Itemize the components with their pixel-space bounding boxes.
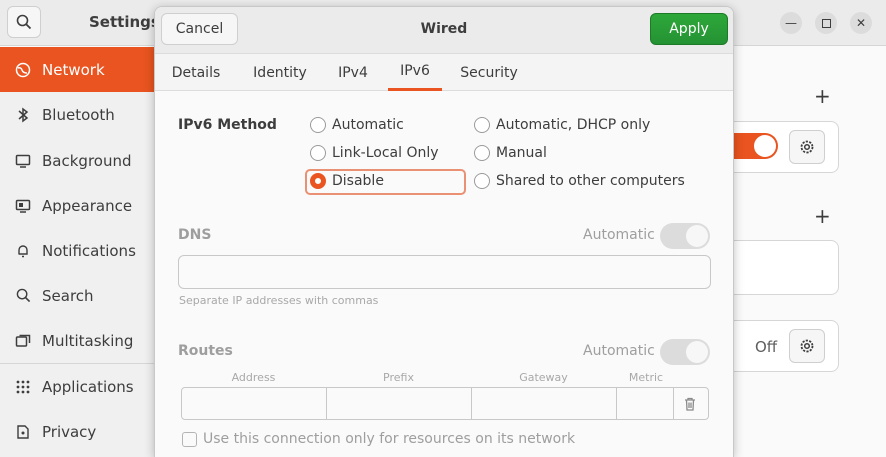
vpn-empty-card [734, 240, 839, 295]
tab-details[interactable]: Details [165, 54, 227, 91]
dns-hint: Separate IP addresses with commas [179, 294, 379, 307]
radio-manual[interactable]: Manual [474, 145, 547, 161]
apply-button[interactable]: Apply [650, 13, 728, 45]
background-icon [14, 152, 32, 170]
dialog-title: Wired [420, 21, 468, 37]
bluetooth-icon [14, 106, 32, 124]
radio-button[interactable] [310, 173, 326, 189]
minimize-icon: — [785, 16, 797, 30]
radio-button[interactable] [474, 117, 490, 133]
radio-link-local-only[interactable]: Link-Local Only [310, 145, 439, 161]
appearance-icon [14, 197, 32, 215]
wired-settings-button[interactable] [789, 130, 825, 164]
route-prefix-input[interactable] [327, 388, 472, 419]
dialog-tabs: Details Identity IPv4 IPv6 Security [155, 53, 733, 91]
close-window-button[interactable]: ✕ [850, 12, 872, 34]
radio-shared-to-other-computers[interactable]: Shared to other computers [474, 173, 685, 189]
route-address-input[interactable] [182, 388, 327, 419]
radio-label: Automatic, DHCP only [496, 117, 651, 133]
sidebar-item-label: Multitasking [42, 331, 134, 350]
route-metric-input[interactable] [617, 388, 674, 419]
vpn-state: Off [755, 338, 778, 356]
radio-disable[interactable]: Disable [310, 173, 384, 189]
radio-label: Manual [496, 145, 547, 161]
tab-security[interactable]: Security [457, 54, 521, 91]
network-icon [14, 61, 32, 79]
tab-ipv6[interactable]: IPv6 [388, 54, 442, 91]
column-header-metric: Metric [628, 371, 664, 384]
routes-automatic-label: Automatic [583, 343, 655, 359]
applications-icon [14, 378, 32, 396]
settings-title: Settings [89, 13, 160, 31]
tab-identity[interactable]: Identity [244, 54, 316, 91]
search-icon [14, 287, 32, 305]
checkbox-label: Use this connection only for resources o… [203, 431, 576, 447]
wired-toggle[interactable] [734, 133, 778, 159]
close-icon: ✕ [855, 16, 867, 30]
maximize-icon [821, 18, 831, 28]
sidebar-item-label: Notifications [42, 241, 136, 260]
delete-route-icon[interactable] [682, 396, 698, 412]
radio-label: Link-Local Only [332, 145, 439, 161]
only-local-resources-checkbox[interactable]: Use this connection only for resources o… [182, 431, 575, 447]
tab-ipv4[interactable]: IPv4 [331, 54, 375, 91]
sidebar-item-label: Bluetooth [42, 105, 115, 124]
column-header-gateway: Gateway [519, 371, 568, 384]
radio-button[interactable] [310, 145, 326, 161]
route-row [181, 387, 709, 420]
toggle-knob [686, 341, 708, 363]
sidebar-item-label: Network [42, 60, 105, 79]
routes-label: Routes [178, 343, 233, 359]
routes-automatic-toggle[interactable] [660, 339, 710, 365]
dns-label: DNS [178, 227, 212, 243]
gear-icon [800, 339, 814, 353]
minimize-button[interactable]: — [780, 12, 802, 34]
radio-label: Automatic [332, 117, 404, 133]
settings-search-button[interactable] [7, 6, 41, 38]
gear-icon [800, 140, 814, 154]
dialog-headerbar: Cancel Wired Apply [155, 7, 733, 53]
dns-input[interactable] [178, 255, 711, 289]
privacy-icon [14, 423, 32, 441]
ipv6-method-label: IPv6 Method [178, 117, 277, 133]
sidebar-item-label: Background [42, 151, 132, 170]
dns-automatic-label: Automatic [583, 227, 655, 243]
add-vpn-icon[interactable]: + [814, 204, 831, 228]
search-icon [16, 14, 32, 30]
route-gateway-input[interactable] [472, 388, 617, 419]
sidebar-item-label: Applications [42, 377, 134, 396]
column-header-address: Address [231, 371, 276, 384]
radio-label: Disable [332, 173, 384, 189]
multitasking-icon [14, 332, 32, 350]
radio-automatic[interactable]: Automatic [310, 117, 404, 133]
bell-icon [14, 242, 32, 260]
radio-automatic-dhcp-only[interactable]: Automatic, DHCP only [474, 117, 650, 133]
wired-dialog: Cancel Wired Apply Details Identity IPv4… [154, 6, 734, 457]
column-header-prefix: Prefix [383, 371, 414, 384]
checkbox[interactable] [182, 431, 197, 447]
sidebar-item-label: Appearance [42, 196, 133, 215]
radio-button[interactable] [474, 173, 490, 189]
add-connection-icon[interactable]: + [814, 84, 831, 108]
toggle-knob [754, 135, 776, 157]
radio-button[interactable] [474, 145, 490, 161]
radio-button[interactable] [310, 117, 326, 133]
sidebar-item-label: Privacy [42, 422, 97, 441]
vpn-settings-button[interactable] [789, 329, 825, 363]
toggle-knob [686, 225, 708, 247]
radio-label: Shared to other computers [496, 173, 685, 189]
maximize-button[interactable] [815, 12, 837, 34]
dns-automatic-toggle[interactable] [660, 223, 710, 249]
sidebar-item-label: Search [42, 286, 94, 305]
